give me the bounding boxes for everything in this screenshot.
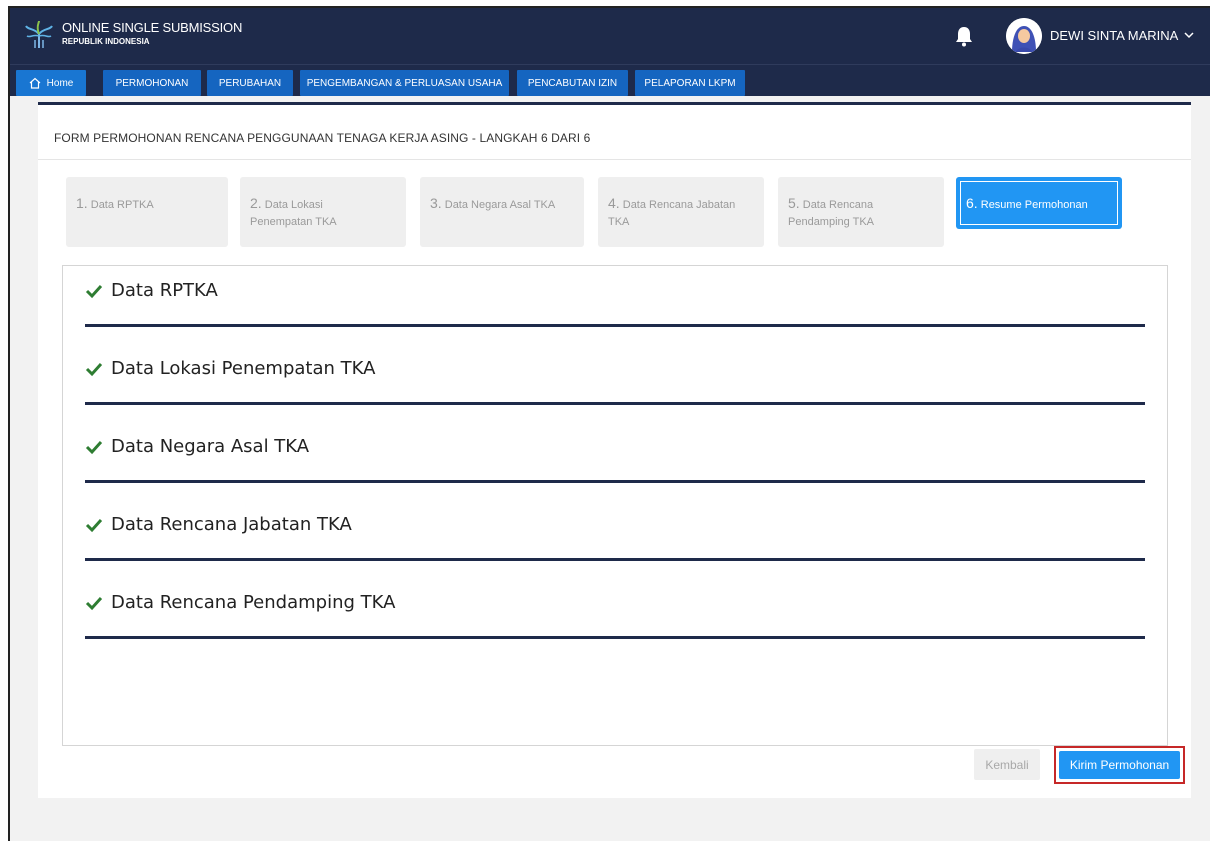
nav-permohonan[interactable]: PERMOHONAN xyxy=(103,70,201,96)
section-data-lokasi[interactable]: Data Lokasi Penempatan TKA xyxy=(85,358,1145,405)
section-rule xyxy=(85,480,1145,483)
nav-pencabutan-izin[interactable]: PENCABUTAN IZIN xyxy=(517,70,628,96)
step-label: Data Negara Asal TKA xyxy=(444,199,556,211)
submit-button[interactable]: Kirim Permohonan xyxy=(1059,751,1180,779)
section-rule xyxy=(85,324,1145,327)
brand-subtitle: REPUBLIK INDONESIA xyxy=(62,37,150,46)
section-rule xyxy=(85,636,1145,639)
step-4[interactable]: 4. Data Rencana Jabatan TKA xyxy=(598,177,764,247)
check-icon xyxy=(85,518,103,532)
step-number: 4. xyxy=(608,195,620,211)
nav-home-label: Home xyxy=(46,77,74,89)
nav-home[interactable]: Home xyxy=(16,70,86,96)
section-title: Data Rencana Jabatan TKA xyxy=(111,514,352,535)
resume-panel: Data RPTKA Data Lokasi Penempatan TKA Da… xyxy=(62,265,1168,746)
step-label: Data Rencana Pendamping TKA xyxy=(788,199,875,228)
divider xyxy=(38,159,1191,160)
submit-highlight: Kirim Permohonan xyxy=(1054,746,1185,784)
user-name[interactable]: DEWI SINTA MARINA xyxy=(1050,28,1178,43)
step-1[interactable]: 1. Data RPTKA xyxy=(66,177,228,247)
chevron-down-icon[interactable] xyxy=(1184,30,1194,40)
brand-title: ONLINE SINGLE SUBMISSION xyxy=(62,20,243,35)
nav-pengembangan[interactable]: PENGEMBANGAN & PERLUASAN USAHA xyxy=(300,70,509,96)
step-label: Data Rencana Jabatan TKA xyxy=(608,199,736,228)
home-icon xyxy=(29,77,41,89)
section-title: Data RPTKA xyxy=(111,280,218,301)
step-label: Data Lokasi Penempatan TKA xyxy=(250,199,337,228)
bell-icon[interactable] xyxy=(954,25,974,47)
check-icon xyxy=(85,362,103,376)
form-card: FORM PERMOHONAN RENCANA PENGGUNAAN TENAG… xyxy=(38,102,1191,798)
step-number: 2. xyxy=(250,195,262,211)
step-6-active[interactable]: 6. Resume Permohonan xyxy=(956,177,1122,229)
section-title: Data Lokasi Penempatan TKA xyxy=(111,358,376,379)
check-icon xyxy=(85,596,103,610)
nav-pelaporan-lkpm[interactable]: PELAPORAN LKPM xyxy=(635,70,745,96)
step-label: Data RPTKA xyxy=(90,199,154,211)
section-rule xyxy=(85,558,1145,561)
form-title: FORM PERMOHONAN RENCANA PENGGUNAAN TENAG… xyxy=(54,131,591,145)
top-header: ONLINE SINGLE SUBMISSION REPUBLIK INDONE… xyxy=(10,8,1210,64)
nav-perubahan[interactable]: PERUBAHAN xyxy=(207,70,293,96)
check-icon xyxy=(85,440,103,454)
step-2[interactable]: 2. Data Lokasi Penempatan TKA xyxy=(240,177,406,247)
step-focus-outline xyxy=(960,181,1118,225)
section-rule xyxy=(85,402,1145,405)
main-navbar: Home PERMOHONAN PERUBAHAN PENGEMBANGAN &… xyxy=(10,64,1210,96)
step-3[interactable]: 3. Data Negara Asal TKA xyxy=(420,177,584,247)
brand[interactable]: ONLINE SINGLE SUBMISSION REPUBLIK INDONE… xyxy=(62,20,242,46)
back-button[interactable]: Kembali xyxy=(974,749,1040,780)
section-data-negara[interactable]: Data Negara Asal TKA xyxy=(85,436,1145,483)
section-data-rptka[interactable]: Data RPTKA xyxy=(85,280,1145,327)
section-data-jabatan[interactable]: Data Rencana Jabatan TKA xyxy=(85,514,1145,561)
oss-logo-icon[interactable] xyxy=(24,20,54,50)
user-avatar[interactable] xyxy=(1006,18,1042,54)
avatar-icon xyxy=(1006,18,1042,54)
section-title: Data Rencana Pendamping TKA xyxy=(111,592,396,613)
step-number: 5. xyxy=(788,195,800,211)
section-title: Data Negara Asal TKA xyxy=(111,436,310,457)
step-5[interactable]: 5. Data Rencana Pendamping TKA xyxy=(778,177,944,247)
check-icon xyxy=(85,284,103,298)
step-number: 3. xyxy=(430,195,442,211)
browser-frame: ONLINE SINGLE SUBMISSION REPUBLIK INDONE… xyxy=(8,6,1210,841)
step-number: 1. xyxy=(76,195,88,211)
section-data-pendamping[interactable]: Data Rencana Pendamping TKA xyxy=(85,592,1145,639)
